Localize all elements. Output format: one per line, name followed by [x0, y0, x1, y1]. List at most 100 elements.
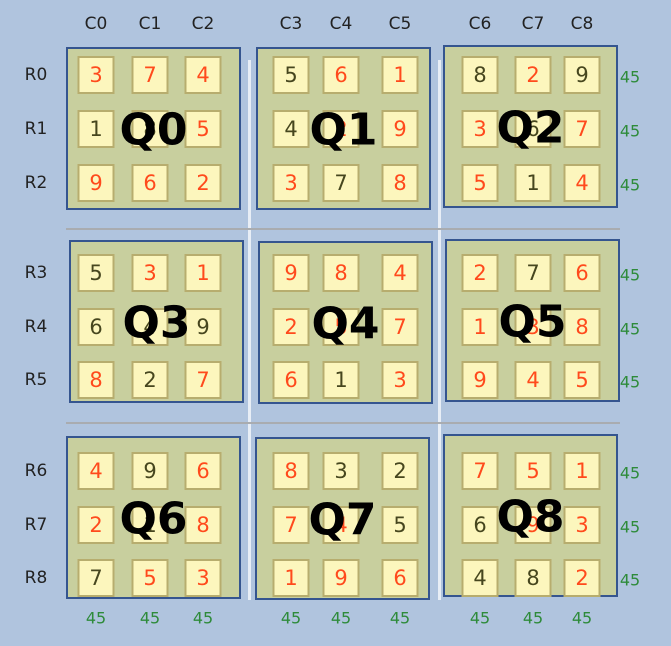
row-sum: 45: [619, 319, 641, 339]
grid-cell[interactable]: 9: [77, 164, 115, 202]
grid-cell[interactable]: 1: [184, 254, 222, 292]
grid-cell[interactable]: 4: [514, 361, 552, 399]
grid-cell[interactable]: 2: [563, 559, 601, 597]
grid-cell[interactable]: 3: [77, 56, 115, 94]
quadrant-box: Q8 7 5 1 6 9 3 4 8 2: [443, 434, 618, 597]
grid-cell[interactable]: 7: [131, 56, 169, 94]
quadrant-label: Q6: [119, 493, 188, 545]
grid-cell[interactable]: 5: [461, 164, 499, 202]
grid-cell[interactable]: 1: [77, 110, 115, 148]
column-sum: 45: [330, 608, 352, 628]
grid-cell[interactable]: 4: [272, 110, 310, 148]
column-label: C5: [388, 14, 412, 34]
grid-cell[interactable]: 2: [272, 308, 310, 346]
grid-cell[interactable]: 1: [514, 164, 552, 202]
quadrant-label: Q2: [496, 102, 565, 154]
quadrant-box: Q2 8 2 9 3 6 7 5 1 4: [443, 45, 618, 208]
grid-cell[interactable]: 5: [514, 452, 552, 490]
separator-vertical: [248, 60, 251, 600]
grid-cell[interactable]: 6: [77, 308, 115, 346]
column-label: C7: [521, 14, 545, 34]
grid-cell[interactable]: 4: [77, 452, 115, 490]
grid-cell[interactable]: 2: [184, 164, 222, 202]
grid-cell[interactable]: 7: [77, 559, 115, 597]
quadrant-box: Q0 3 7 4 1 8 5 9 6 2: [66, 47, 241, 210]
column-label: C8: [570, 14, 594, 34]
grid-cell[interactable]: 5: [184, 110, 222, 148]
quadrant-label: Q5: [498, 296, 567, 348]
grid-cell[interactable]: 3: [322, 452, 360, 490]
grid-cell[interactable]: 7: [461, 452, 499, 490]
grid-cell[interactable]: 7: [381, 308, 419, 346]
grid-cell[interactable]: 4: [563, 164, 601, 202]
grid-cell[interactable]: 4: [381, 254, 419, 292]
grid-cell[interactable]: 2: [461, 254, 499, 292]
separator-horizontal: [66, 422, 620, 424]
column-label: C1: [138, 14, 162, 34]
grid-cell[interactable]: 5: [77, 254, 115, 292]
grid-cell[interactable]: 8: [184, 506, 222, 544]
grid-cell[interactable]: 1: [461, 308, 499, 346]
grid-cell[interactable]: 9: [322, 559, 360, 597]
grid-cell[interactable]: 9: [272, 254, 310, 292]
column-label: C0: [84, 14, 108, 34]
grid-cell[interactable]: 5: [563, 361, 601, 399]
grid-cell[interactable]: 9: [461, 361, 499, 399]
grid-cell[interactable]: 8: [514, 559, 552, 597]
quadrant-box: Q7 8 3 2 7 4 5 1 9 6: [255, 437, 430, 600]
grid-cell[interactable]: 6: [381, 559, 419, 597]
row-label: R4: [24, 317, 48, 337]
quadrant-box: Q3 5 3 1 6 4 9 8 2 7: [69, 240, 244, 403]
grid-cell[interactable]: 3: [563, 506, 601, 544]
grid-cell[interactable]: 7: [514, 254, 552, 292]
grid-cell[interactable]: 3: [131, 254, 169, 292]
grid-cell[interactable]: 3: [461, 110, 499, 148]
grid-cell[interactable]: 9: [131, 452, 169, 490]
grid-cell[interactable]: 8: [563, 308, 601, 346]
column-sum: 45: [85, 608, 107, 628]
grid-cell[interactable]: 6: [461, 506, 499, 544]
quadrant-label: Q7: [308, 494, 377, 546]
grid-cell[interactable]: 9: [381, 110, 419, 148]
grid-cell[interactable]: 7: [272, 506, 310, 544]
row-sum: 45: [619, 121, 641, 141]
grid-cell[interactable]: 2: [77, 506, 115, 544]
grid-cell[interactable]: 5: [381, 506, 419, 544]
row-label: R3: [24, 263, 48, 283]
grid-cell[interactable]: 7: [322, 164, 360, 202]
grid-cell[interactable]: 6: [184, 452, 222, 490]
grid-cell[interactable]: 8: [322, 254, 360, 292]
grid-cell[interactable]: 4: [184, 56, 222, 94]
grid-cell[interactable]: 1: [322, 361, 360, 399]
column-sum: 45: [469, 608, 491, 628]
grid-cell[interactable]: 2: [131, 361, 169, 399]
grid-cell[interactable]: 1: [563, 452, 601, 490]
grid-cell[interactable]: 5: [131, 559, 169, 597]
quadrant-label: Q8: [496, 491, 565, 543]
grid-cell[interactable]: 1: [272, 559, 310, 597]
grid-cell[interactable]: 6: [563, 254, 601, 292]
grid-cell[interactable]: 6: [131, 164, 169, 202]
grid-cell[interactable]: 1: [381, 56, 419, 94]
grid-cell[interactable]: 2: [514, 56, 552, 94]
grid-cell[interactable]: 5: [272, 56, 310, 94]
row-sum: 45: [619, 463, 641, 483]
grid-cell[interactable]: 3: [381, 361, 419, 399]
row-label: R2: [24, 173, 48, 193]
grid-cell[interactable]: 8: [77, 361, 115, 399]
grid-cell[interactable]: 3: [184, 559, 222, 597]
grid-cell[interactable]: 7: [184, 361, 222, 399]
grid-cell[interactable]: 6: [322, 56, 360, 94]
grid-cell[interactable]: 2: [381, 452, 419, 490]
row-label: R7: [24, 515, 48, 535]
grid-cell[interactable]: 3: [272, 164, 310, 202]
quadrant-box: Q4 9 8 4 2 5 7 6 1 3: [258, 241, 433, 404]
grid-cell[interactable]: 9: [563, 56, 601, 94]
column-sum: 45: [389, 608, 411, 628]
grid-cell[interactable]: 7: [563, 110, 601, 148]
grid-cell[interactable]: 8: [381, 164, 419, 202]
grid-cell[interactable]: 8: [272, 452, 310, 490]
grid-cell[interactable]: 4: [461, 559, 499, 597]
grid-cell[interactable]: 8: [461, 56, 499, 94]
grid-cell[interactable]: 6: [272, 361, 310, 399]
